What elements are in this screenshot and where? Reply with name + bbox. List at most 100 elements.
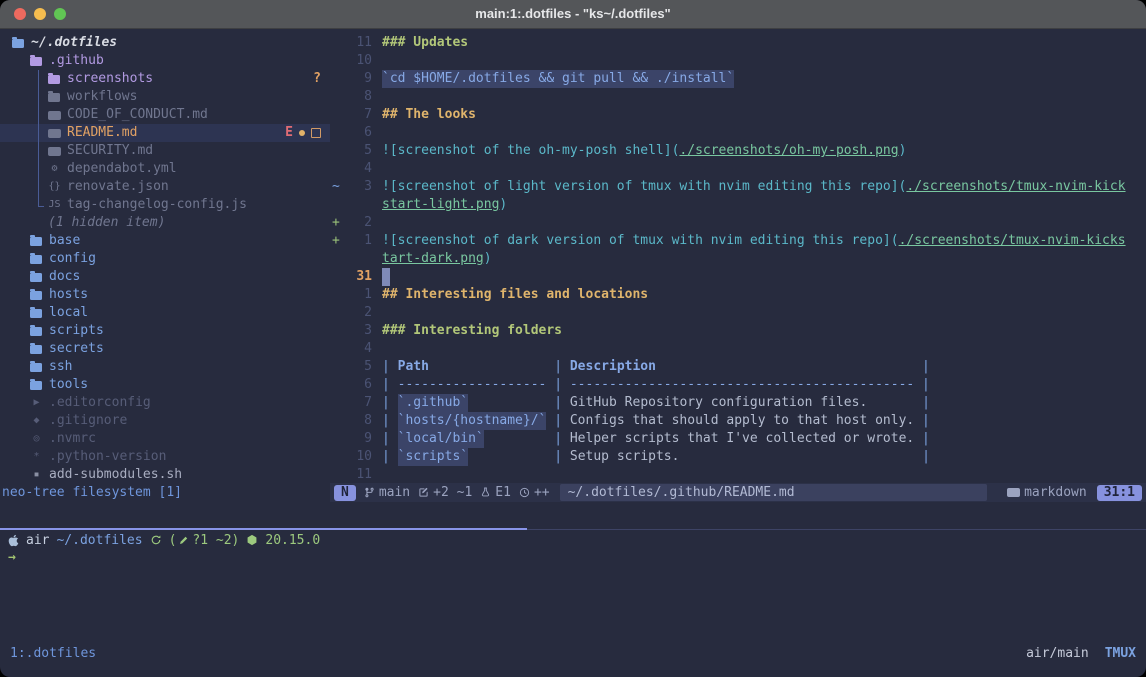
editor-line-10[interactable]: 10| `scripts` | Setup scripts. |: [330, 448, 1146, 466]
gutter-sign: [330, 340, 348, 358]
tmux-window-name[interactable]: 1:.dotfiles: [10, 645, 96, 663]
tree-item-label: .python-version: [49, 448, 166, 466]
tree-item-code_of_conduct.md[interactable]: CODE_OF_CONDUCT.md: [0, 106, 330, 124]
indent-guide: [38, 206, 44, 207]
lsp-status: ++: [534, 485, 550, 500]
line-number: [348, 196, 372, 214]
tree-item-tag-changelog-config.js[interactable]: JStag-changelog-config.js: [0, 196, 330, 214]
editor-segment: ## Interesting files and locations: [382, 286, 648, 304]
tree-item-tools[interactable]: tools: [0, 376, 330, 394]
line-number: 2: [348, 304, 372, 322]
tree-item-1hiddenitem[interactable]: (1 hidden item): [0, 214, 330, 232]
tree-item-.nvmrc[interactable]: ◎.nvmrc: [0, 430, 330, 448]
editor-segment: |: [546, 376, 569, 394]
editor-line-11[interactable]: 11: [330, 466, 1146, 484]
nvmrc-icon: ◎: [30, 430, 43, 448]
editor-line-3[interactable]: 3### Interesting folders: [330, 322, 1146, 340]
editor-segment: [429, 358, 546, 376]
tree-item-scripts[interactable]: scripts: [0, 322, 330, 340]
tree-item-.github[interactable]: .github: [0, 52, 330, 70]
editor-segment: |: [382, 430, 398, 448]
gutter-sign: [330, 466, 348, 484]
tree-item-badges: E: [285, 124, 321, 142]
tree-item-secrets[interactable]: secrets: [0, 340, 330, 358]
pane-divider-active[interactable]: [0, 528, 527, 530]
editor-line-5[interactable]: 5| Path | Description |: [330, 358, 1146, 376]
editor-segment: ![screenshot of dark version of tmux wit…: [382, 232, 899, 250]
editor-line-10[interactable]: 10: [330, 52, 1146, 70]
line-number: 6: [348, 376, 372, 394]
tree-item-add-submodules.sh[interactable]: ▪add-submodules.sh: [0, 466, 330, 484]
tree-item-hosts[interactable]: hosts: [0, 286, 330, 304]
editor-segment: Setup scripts.: [570, 448, 680, 466]
gutter-sign: ~: [330, 178, 348, 196]
tree-item-readme.md[interactable]: README.mdE: [0, 124, 330, 142]
editor-line-5[interactable]: 5![screenshot of the oh-my-posh shell](.…: [330, 142, 1146, 160]
line-number: 9: [348, 430, 372, 448]
line-number: 8: [348, 88, 372, 106]
editor-line-wrap-9[interactable]: start-light.png): [330, 196, 1146, 214]
editor-line-1[interactable]: 1## Interesting files and locations: [330, 286, 1146, 304]
editor-segment: ): [499, 196, 507, 214]
tree-item-label: hosts: [49, 286, 88, 304]
prompt-git-counts: ?1 ~2): [192, 533, 239, 548]
editor-line-1[interactable]: +1![screenshot of dark version of tmux w…: [330, 232, 1146, 250]
editor-segment: |: [914, 394, 930, 412]
tree-item-config[interactable]: config: [0, 250, 330, 268]
editor-line-9[interactable]: 9| `local/bin` | Helper scripts that I'v…: [330, 430, 1146, 448]
diagnostics-segment: E1: [480, 485, 511, 500]
tree-item-label: (1 hidden item): [48, 214, 165, 232]
editor-line-3[interactable]: ~3![screenshot of light version of tmux …: [330, 178, 1146, 196]
tree-item-local[interactable]: local: [0, 304, 330, 322]
editor-segment: [867, 394, 914, 412]
node-icon: [246, 534, 258, 546]
prompt-hostname: air: [26, 533, 49, 548]
editor-line-4[interactable]: 4: [330, 160, 1146, 178]
tree-item-.python-version[interactable]: *.python-version: [0, 448, 330, 466]
tree-item-dependabot.yml[interactable]: ⚙dependabot.yml: [0, 160, 330, 178]
markdown-file-icon: [48, 147, 61, 156]
text-cursor: [382, 268, 390, 286]
editor-line-8[interactable]: 8| `hosts/{hostname}/` | Configs that sh…: [330, 412, 1146, 430]
tree-item-.editorconfig[interactable]: ▶.editorconfig: [0, 394, 330, 412]
tree-item-.gitignore[interactable]: ◆.gitignore: [0, 412, 330, 430]
editor-line-8[interactable]: 8: [330, 88, 1146, 106]
editor-line-6[interactable]: 6: [330, 124, 1146, 142]
tree-item-base[interactable]: base: [0, 232, 330, 250]
editor-line-4[interactable]: 4: [330, 340, 1146, 358]
tree-item-.dotfiles[interactable]: ~/.dotfiles: [0, 34, 330, 52]
node-version: 20.15.0: [265, 533, 320, 548]
editor-line-9[interactable]: 9`cd $HOME/.dotfiles && git pull && ./in…: [330, 70, 1146, 88]
window-title: main:1:.dotfiles - "ks~/.dotfiles": [0, 0, 1146, 28]
editor-segment: ): [899, 142, 907, 160]
editor-line-6[interactable]: 6| ------------------- | ---------------…: [330, 376, 1146, 394]
editor-line-2[interactable]: 2: [330, 304, 1146, 322]
folder-icon: [12, 39, 24, 48]
editor-line-2[interactable]: +2: [330, 214, 1146, 232]
prompt-arrow[interactable]: →: [8, 549, 16, 567]
tree-item-ssh[interactable]: ssh: [0, 358, 330, 376]
gutter-sign: [330, 34, 348, 52]
apple-icon: [8, 534, 19, 547]
titlebar: main:1:.dotfiles - "ks~/.dotfiles": [0, 0, 1146, 29]
modified-dot-icon: [299, 130, 305, 136]
editor-line-31[interactable]: 31: [330, 268, 1146, 286]
prompt-git-open: (: [169, 533, 177, 548]
editor-buffer[interactable]: 11### Updates109`cd $HOME/.dotfiles && g…: [330, 28, 1146, 489]
editor-line-wrap-12[interactable]: tart-dark.png): [330, 250, 1146, 268]
gutter-sign: [330, 286, 348, 304]
tree-item-workflows[interactable]: workflows: [0, 88, 330, 106]
tree-item-renovate.json[interactable]: {}renovate.json: [0, 178, 330, 196]
editorconfig-icon: ▶: [30, 394, 43, 412]
tmux-session-name: air/main: [1026, 645, 1089, 663]
editor-line-7[interactable]: 7## The looks: [330, 106, 1146, 124]
indent-guide: [38, 196, 39, 206]
editor-line-7[interactable]: 7| `.github` | GitHub Repository configu…: [330, 394, 1146, 412]
tree-item-screenshots[interactable]: screenshots?: [0, 70, 330, 88]
tree-item-docs[interactable]: docs: [0, 268, 330, 286]
editor-segment: |: [546, 412, 569, 430]
editor-segment: |: [546, 448, 569, 466]
tree-item-security.md[interactable]: SECURITY.md: [0, 142, 330, 160]
line-number: [348, 250, 372, 268]
editor-line-11[interactable]: 11### Updates: [330, 34, 1146, 52]
